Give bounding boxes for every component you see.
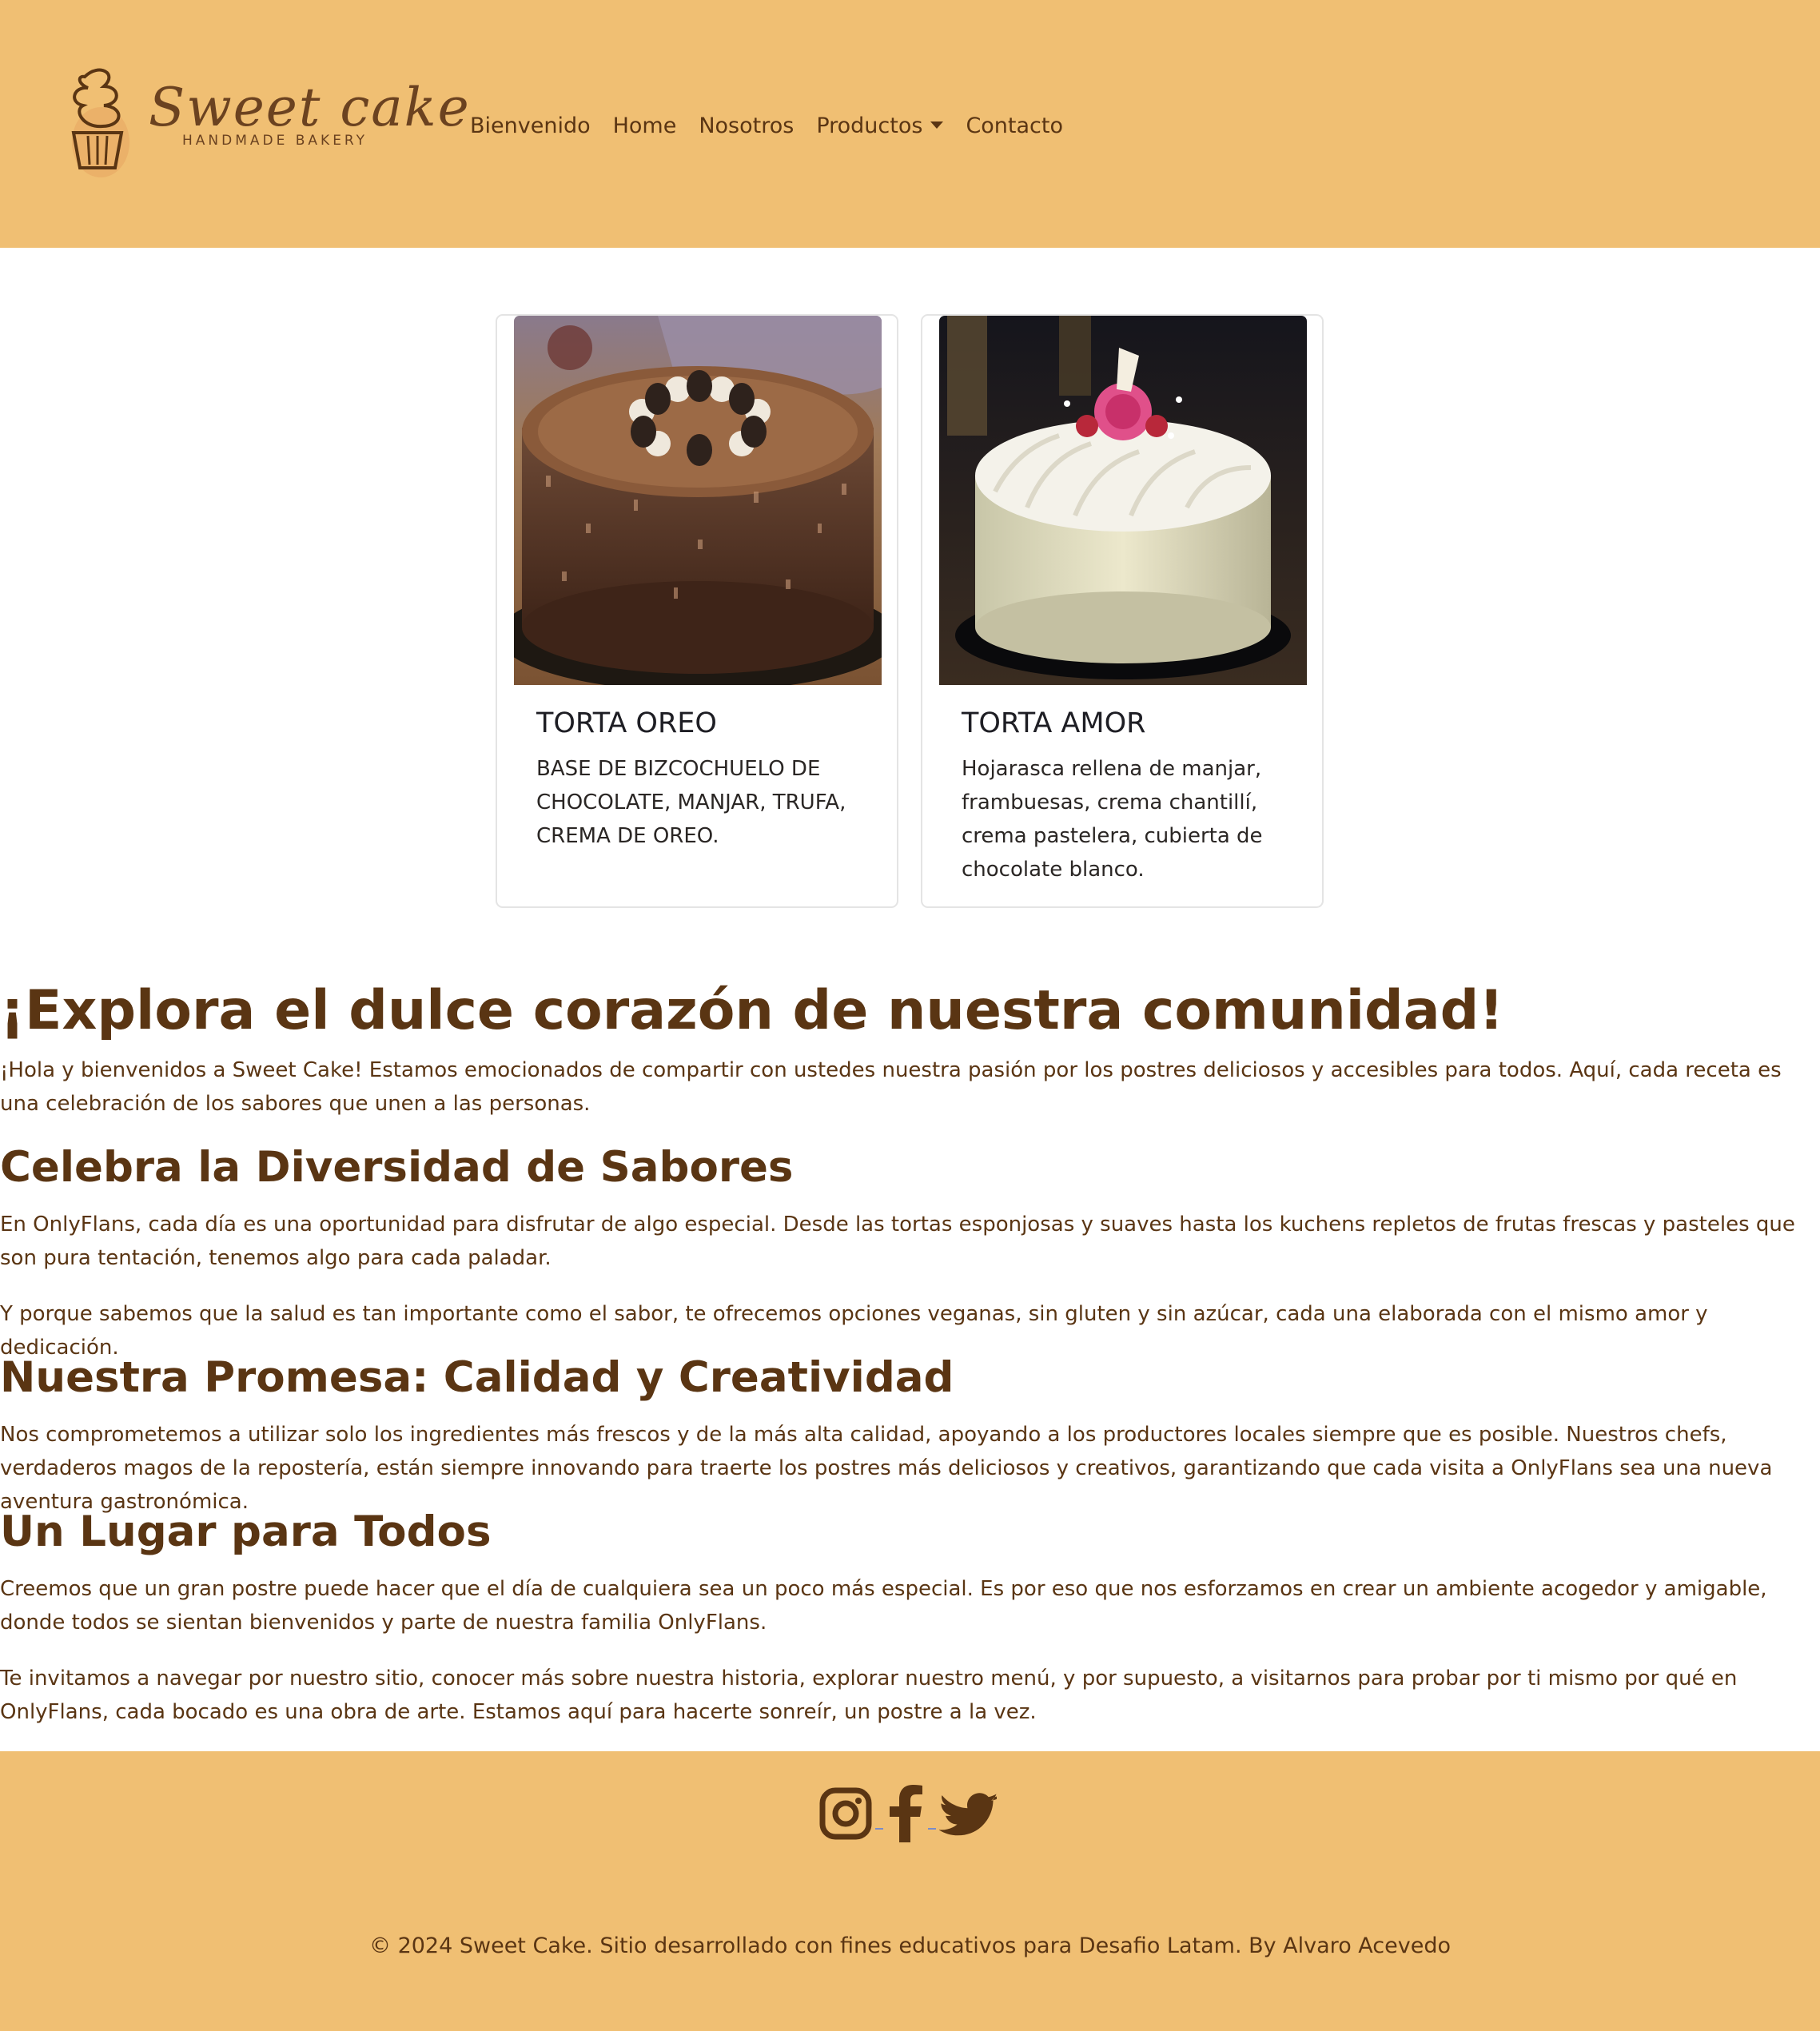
cupcake-icon: [71, 68, 129, 177]
main-nav: Bienvenido Home Nosotros Productos Conta…: [470, 110, 1085, 141]
product-description: Hojarasca rellena de manjar, frambuesas,…: [962, 757, 1263, 882]
article-heading: ¡Explora el dulce corazón de nuestra com…: [0, 979, 1504, 1042]
link-separator: [928, 1828, 936, 1830]
site-footer: © 2024 Sweet Cake. Sitio desarrollado co…: [0, 1751, 1820, 2031]
section-paragraph: En OnlyFlans, cada día es una oportunida…: [0, 1213, 1795, 1270]
section-title-promesa: Nuestra Promesa: Calidad y Creatividad: [0, 1353, 954, 1402]
nav-item-productos-dropdown[interactable]: Productos: [816, 113, 944, 138]
site-header: Sweet cake HANDMADE BAKERY Bienvenido Ho…: [0, 0, 1820, 248]
copyright-text: © 2024 Sweet Cake. Sitio desarrollado co…: [368, 1933, 1451, 1958]
product-title: TORTA OREO: [536, 707, 717, 739]
product-title: TORTA AMOR: [962, 707, 1146, 739]
product-image-amor-cake: [939, 316, 1307, 685]
section-paragraph: Creemos que un gran postre puede hacer q…: [0, 1577, 1767, 1635]
caret-down-icon: [930, 121, 944, 129]
product-card: TORTA AMOR Hojarasca rellena de manjar, …: [921, 314, 1324, 908]
twitter-icon[interactable]: [938, 1790, 998, 1841]
nav-item-home[interactable]: Home: [613, 113, 677, 138]
product-card: TORTA OREO BASE DE BIZCOCHUELO DE CHOCOL…: [496, 314, 898, 908]
article-intro: ¡Hola y bienvenidos a Sweet Cake! Estamo…: [0, 1058, 1782, 1116]
brand-name: Sweet cake: [149, 77, 471, 138]
link-separator: [875, 1828, 883, 1830]
instagram-icon[interactable]: [819, 1787, 872, 1843]
nav-item-bienvenido[interactable]: Bienvenido: [470, 113, 591, 138]
product-description: BASE DE BIZCOCHUELO DE CHOCOLATE, MANJAR…: [536, 757, 846, 848]
section-title-lugar: Un Lugar para Todos: [0, 1507, 492, 1556]
facebook-icon[interactable]: [886, 1785, 925, 1846]
brand-logo[interactable]: Sweet cake HANDMADE BAKERY: [67, 62, 469, 182]
nav-item-nosotros[interactable]: Nosotros: [699, 113, 794, 138]
section-paragraph: Nos comprometemos a utilizar solo los in…: [0, 1423, 1773, 1514]
section-title-sabores: Celebra la Diversidad de Sabores: [0, 1143, 794, 1192]
nav-item-productos-label: Productos: [816, 113, 923, 138]
nav-item-contacto[interactable]: Contacto: [966, 113, 1063, 138]
section-paragraph: Te invitamos a navegar por nuestro sitio…: [0, 1667, 1738, 1724]
product-image-oreo-cake: [514, 316, 882, 685]
social-links: [819, 1783, 998, 1847]
brand-tagline: HANDMADE BAKERY: [182, 133, 368, 149]
